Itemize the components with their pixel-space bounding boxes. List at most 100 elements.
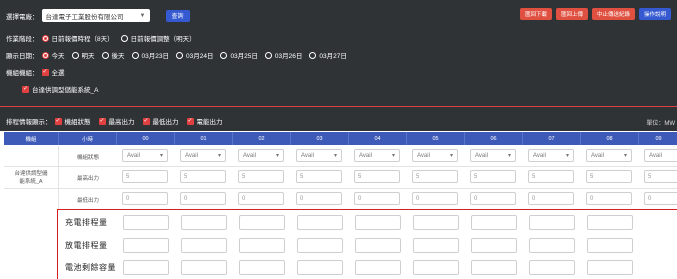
status-select[interactable]: Avail▾: [412, 149, 458, 162]
min-output-input[interactable]: 0: [644, 192, 677, 205]
capacity-input[interactable]: [529, 260, 575, 275]
max-output-input[interactable]: 5: [180, 170, 226, 183]
status-select[interactable]: Avail▾: [528, 149, 574, 162]
date-radio-0326[interactable]: 03月26日: [264, 50, 303, 60]
min-output-input[interactable]: 0: [122, 192, 168, 205]
date-radio-today[interactable]: 今天: [41, 50, 65, 60]
status-select[interactable]: Avail▾: [354, 149, 400, 162]
checkbox-checked-icon: ✓: [22, 85, 29, 93]
capacity-input[interactable]: [181, 260, 227, 275]
abort-log-button[interactable]: 中止傳送紀錄: [591, 8, 635, 20]
min-output-input[interactable]: 0: [296, 192, 342, 205]
charge-input[interactable]: [471, 215, 517, 230]
help-button[interactable]: 操作說明: [638, 8, 671, 20]
radio-icon: [175, 51, 183, 59]
charge-input[interactable]: [413, 215, 459, 230]
plant-row: 選擇電廠： 台達電子工業股份有限公司 ▼ 查詢: [6, 9, 190, 22]
status-select[interactable]: Avail▾: [238, 149, 284, 162]
capacity-input[interactable]: [413, 260, 459, 275]
status-value: Avail: [185, 152, 198, 159]
max-output-input[interactable]: 5: [354, 170, 400, 183]
charge-input[interactable]: [529, 215, 575, 230]
row-divider: [4, 188, 677, 189]
checkbox-checked-icon: ✓: [41, 68, 49, 76]
max-output-input[interactable]: 5: [122, 170, 168, 183]
query-button[interactable]: 查詢: [165, 9, 190, 22]
status-select[interactable]: Avail▾: [180, 149, 226, 162]
charge-schedule-row: [123, 215, 633, 230]
column-header: 01: [175, 132, 233, 145]
date-radio-day-after[interactable]: 後天: [101, 50, 125, 60]
min-output-input[interactable]: 0: [470, 192, 516, 205]
max-output-input[interactable]: 5: [586, 170, 632, 183]
display-checkbox-min[interactable]: ✓ 最低出力: [142, 116, 179, 126]
radio-icon: [264, 51, 272, 59]
date-radio-0325[interactable]: 03月25日: [220, 50, 258, 60]
date-radio-0323[interactable]: 03月23日: [131, 50, 169, 60]
min-output-input[interactable]: 0: [528, 192, 574, 205]
status-select[interactable]: Avail▾: [296, 149, 342, 162]
status-value: Avail: [533, 152, 546, 159]
status-select[interactable]: Avail▾: [586, 149, 632, 162]
min-output-input[interactable]: 0: [180, 192, 226, 205]
radio-label: 03月26日: [274, 53, 303, 60]
capacity-input[interactable]: [123, 260, 169, 275]
display-checkbox-max[interactable]: ✓ 最高出力: [98, 116, 135, 126]
download-button[interactable]: 匯回下載: [519, 8, 552, 20]
stage-label: 作業階段：: [6, 36, 39, 43]
status-select[interactable]: Avail▾: [122, 149, 168, 162]
discharge-input[interactable]: [413, 238, 459, 253]
max-output-input[interactable]: 5: [412, 170, 458, 183]
max-output-input[interactable]: 5: [644, 170, 677, 183]
status-select[interactable]: Avail▾: [470, 149, 516, 162]
radio-icon: [220, 51, 228, 59]
capacity-input[interactable]: [355, 260, 401, 275]
min-output-input[interactable]: 0: [586, 192, 632, 205]
discharge-input[interactable]: [181, 238, 227, 253]
min-output-input[interactable]: 0: [238, 192, 284, 205]
discharge-input[interactable]: [123, 238, 169, 253]
display-checkbox-status[interactable]: ✓ 機組狀態: [54, 116, 91, 126]
row-label-min: 最低出力: [76, 198, 99, 204]
charge-input[interactable]: [355, 215, 401, 230]
max-output-input[interactable]: 5: [528, 170, 574, 183]
table-row: Avail ▾ Avail ▾ Avail ▾ Avail ▾ Avail ▾ Avail…: [117, 149, 677, 162]
capacity-input[interactable]: [471, 260, 517, 275]
date-radio-0324[interactable]: 03月24日: [175, 50, 213, 60]
charge-input[interactable]: [239, 215, 285, 230]
table-header: 機組 小時 00 01 02 03 04 05 06 07 08 09: [4, 132, 677, 145]
select-all-checkbox[interactable]: ✓ 全選: [41, 67, 65, 77]
discharge-input[interactable]: [529, 238, 575, 253]
charge-input[interactable]: [587, 215, 633, 230]
stage-radio-8day[interactable]: 日前報價時程（8天）: [41, 33, 114, 43]
charge-input[interactable]: [181, 215, 227, 230]
unit-checkbox[interactable]: ✓ 台達供調型儲能系統_A: [22, 84, 98, 94]
charge-input[interactable]: [297, 215, 343, 230]
discharge-input[interactable]: [297, 238, 343, 253]
min-output-input[interactable]: 0: [412, 192, 458, 205]
max-output-input[interactable]: 5: [470, 170, 516, 183]
discharge-input[interactable]: [239, 238, 285, 253]
discharge-input[interactable]: [471, 238, 517, 253]
discharge-input[interactable]: [355, 238, 401, 253]
date-radio-0327[interactable]: 03月27日: [309, 50, 347, 60]
status-select[interactable]: Avail▾: [644, 149, 677, 162]
max-output-input[interactable]: 5: [238, 170, 284, 183]
capacity-input[interactable]: [587, 260, 633, 275]
stage-row: 作業階段： 日前報價時程（8天） 日前報價調整（明天）: [6, 33, 203, 43]
discharge-schedule-label: 放電排程量: [65, 241, 108, 250]
column-header: 機組: [4, 132, 59, 145]
status-value: Avail: [243, 152, 256, 159]
min-output-input[interactable]: 0: [354, 192, 400, 205]
charge-input[interactable]: [123, 215, 169, 230]
max-output-input[interactable]: 5: [296, 170, 342, 183]
checkbox-label: 電能出力: [196, 119, 223, 126]
discharge-input[interactable]: [587, 238, 633, 253]
display-checkbox-energy[interactable]: ✓ 電能出力: [186, 116, 223, 126]
capacity-input[interactable]: [239, 260, 285, 275]
plant-select[interactable]: 台達電子工業股份有限公司 ▼: [41, 9, 150, 22]
capacity-input[interactable]: [297, 260, 343, 275]
upload-button[interactable]: 匯回上傳: [555, 8, 588, 20]
date-radio-tomorrow[interactable]: 明天: [71, 50, 95, 60]
stage-radio-adjust[interactable]: 日前報價調整（明天）: [120, 33, 196, 43]
